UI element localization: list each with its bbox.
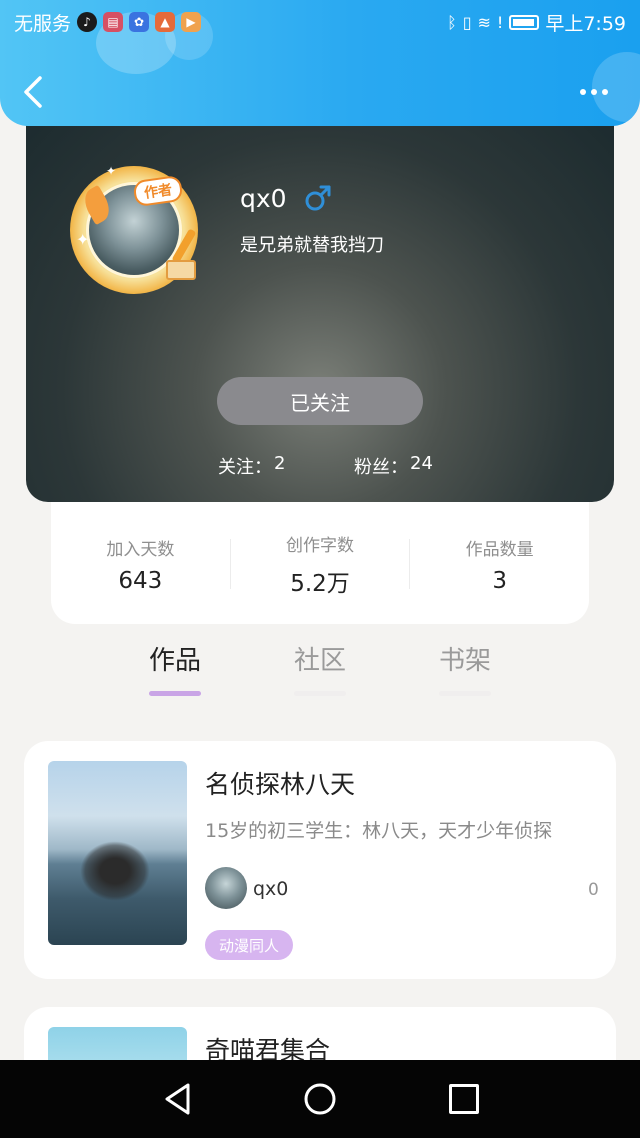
chevron-left-icon: [24, 76, 42, 108]
following-stat[interactable]: 关注： 2: [218, 453, 285, 479]
book-icon: [166, 260, 196, 280]
more-button[interactable]: [572, 80, 616, 104]
system-navigation-bar: [0, 1060, 640, 1138]
tab-indicator: [149, 691, 201, 696]
tab-label: 作品: [148, 646, 201, 676]
fans-label: 粉丝：: [354, 457, 408, 478]
user-signature: 是兄弟就替我挡刀: [240, 235, 384, 256]
video-app-icon: ▶: [181, 12, 202, 32]
follow-button[interactable]: 已关注: [217, 377, 423, 425]
word-count-stat: 创作字数 5.2万: [231, 515, 410, 598]
following-count: 2: [274, 453, 286, 474]
alert-icon: !: [496, 12, 504, 32]
triangle-back-icon[interactable]: [162, 1082, 194, 1116]
battery-icon: [509, 14, 540, 30]
profile-card: ✦ ✦ 作者 qx0 是兄弟就替我挡刀 已关注 关注： 2 粉丝： 24: [26, 100, 614, 502]
stat-value: 5.2万: [290, 570, 350, 597]
bluetooth-icon: ᛒ: [447, 12, 457, 32]
cover-figure: [80, 841, 150, 901]
stats-card: 加入天数 643 创作字数 5.2万 作品数量 3: [51, 488, 589, 624]
tab-label: 书架: [438, 646, 491, 676]
tab-indicator: [439, 691, 491, 696]
work-tag: 动漫同人: [205, 930, 294, 960]
tab-bar: 作品 社区 书架: [0, 640, 640, 710]
stat-value: 3: [492, 567, 507, 594]
tab-community[interactable]: 社区: [280, 640, 360, 696]
vibrate-icon: ▯: [462, 12, 472, 32]
tab-indicator: [294, 691, 346, 696]
username: qx0: [240, 184, 287, 213]
fans-stat[interactable]: 粉丝： 24: [354, 453, 433, 479]
works-count-stat: 作品数量 3: [410, 519, 589, 594]
sparkle-icon: ✦: [106, 164, 117, 178]
stat-label: 作品数量: [465, 539, 534, 560]
carrier-text: 无服务: [14, 12, 72, 35]
work-description: 15岁的初三学生：林八天，天才少年侦探: [205, 820, 553, 842]
tab-works[interactable]: 作品: [135, 640, 215, 696]
square-recent-icon[interactable]: [449, 1084, 479, 1114]
work-card[interactable]: 名侦探林八天 15岁的初三学生：林八天，天才少年侦探 qx0 0 动漫同人: [24, 741, 616, 979]
following-label: 关注：: [218, 457, 272, 478]
author-avatar: [205, 867, 247, 909]
wifi-icon: ≋: [477, 12, 491, 32]
top-header: 无服务 ♪ ▤ ✿ ▲ ▶ ᛒ ▯ ≋ ! 早上7:59: [0, 0, 640, 126]
fans-count: 24: [410, 453, 433, 474]
work-title: 名侦探林八天: [205, 770, 356, 799]
stat-label: 加入天数: [106, 539, 175, 560]
tab-label: 社区: [293, 646, 346, 676]
work-count: 0: [588, 880, 599, 900]
more-dot: [602, 89, 608, 95]
stat-value: 643: [118, 567, 163, 594]
more-dot: [580, 89, 586, 95]
status-bar: 无服务 ♪ ▤ ✿ ▲ ▶ ᛒ ▯ ≋ ! 早上7:59: [0, 0, 640, 44]
sparkle-icon: ✦: [76, 230, 90, 249]
red-app-icon: ▤: [103, 12, 124, 32]
stat-label: 创作字数: [286, 535, 354, 556]
more-dot: [591, 89, 597, 95]
male-icon: [305, 185, 331, 211]
tiktok-icon: ♪: [77, 12, 98, 32]
tab-bookshelf[interactable]: 书架: [425, 640, 505, 696]
paw-app-icon: ✿: [129, 12, 150, 32]
work-author: qx0: [253, 878, 289, 900]
back-button[interactable]: [20, 72, 50, 112]
join-days-stat: 加入天数 643: [51, 519, 230, 594]
work-cover-image: [48, 761, 187, 945]
clock-text: 早上7:59: [545, 12, 626, 35]
circle-home-icon[interactable]: [303, 1082, 337, 1116]
news-app-icon: ▲: [155, 12, 176, 32]
